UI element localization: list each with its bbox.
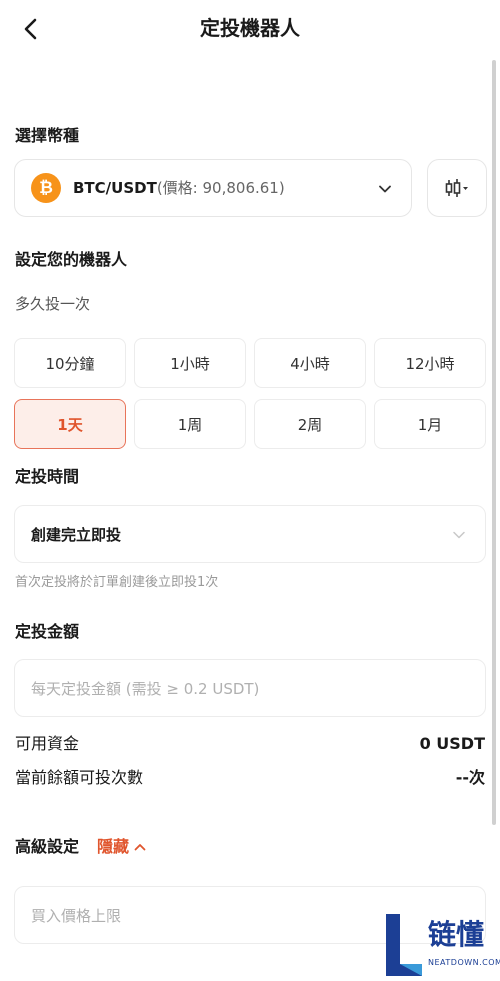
max-price-placeholder: 買入價格上限: [31, 906, 122, 925]
bitcoin-icon: ₿: [31, 173, 61, 203]
frequency-option[interactable]: 4小時: [254, 338, 366, 388]
coin-price: (價格: 90,806.61): [156, 179, 285, 197]
invest-times-label: 當前餘額可投次數: [15, 768, 144, 787]
invest-time-label: 定投時間: [15, 467, 80, 486]
chevron-down-icon: [379, 185, 391, 193]
invest-time-select[interactable]: 創建完立即投: [14, 505, 486, 563]
frequency-option[interactable]: 10分鐘: [14, 338, 126, 388]
amount-placeholder: 每天定投金額 (需投 ≥ 0.2 USDT): [31, 679, 260, 698]
watermark-logo: 链懂 NEATDOWN.COM: [384, 912, 500, 978]
kline-chart-button[interactable]: [427, 159, 487, 217]
coin-pair: BTC/USDT: [73, 179, 157, 197]
frequency-option-selected[interactable]: 1天: [14, 399, 126, 449]
available-funds-value: 0 USDT: [419, 734, 485, 753]
amount-input[interactable]: 每天定投金額 (需投 ≥ 0.2 USDT): [14, 659, 486, 717]
watermark-l-icon: [386, 914, 422, 976]
amount-label: 定投金額: [15, 622, 80, 641]
frequency-option[interactable]: 1周: [134, 399, 246, 449]
watermark-brand: 链懂: [428, 918, 485, 951]
invest-times-value: --次: [455, 768, 485, 787]
page-title: 定投機器人: [200, 16, 300, 40]
coin-selector-text: BTC/USDT(價格: 90,806.61): [73, 178, 285, 198]
watermark-domain: NEATDOWN.COM: [428, 958, 500, 967]
available-funds-label: 可用資金: [15, 734, 80, 753]
invest-time-hint: 首次定投將於訂單創建後立即投1次: [15, 575, 219, 590]
frequency-option[interactable]: 12小時: [374, 338, 486, 388]
robot-section-label: 設定您的機器人: [15, 250, 128, 269]
chevron-up-icon: [134, 844, 146, 851]
frequency-option[interactable]: 1小時: [134, 338, 246, 388]
candlestick-icon: [445, 179, 468, 197]
advanced-toggle[interactable]: 隱藏: [97, 836, 147, 858]
scrollbar[interactable]: [492, 60, 496, 825]
advanced-toggle-label: 隱藏: [97, 837, 130, 856]
frequency-label: 多久投一次: [15, 295, 91, 313]
invest-time-value: 創建完立即投: [31, 525, 122, 544]
advanced-settings-label: 高級設定: [15, 837, 80, 856]
chevron-down-icon: [453, 531, 465, 539]
coin-section-label: 選擇幣種: [15, 126, 80, 145]
frequency-option[interactable]: 1月: [374, 399, 486, 449]
frequency-option[interactable]: 2周: [254, 399, 366, 449]
header: 定投機器人: [0, 0, 500, 56]
coin-selector[interactable]: ₿ BTC/USDT(價格: 90,806.61): [14, 159, 412, 217]
